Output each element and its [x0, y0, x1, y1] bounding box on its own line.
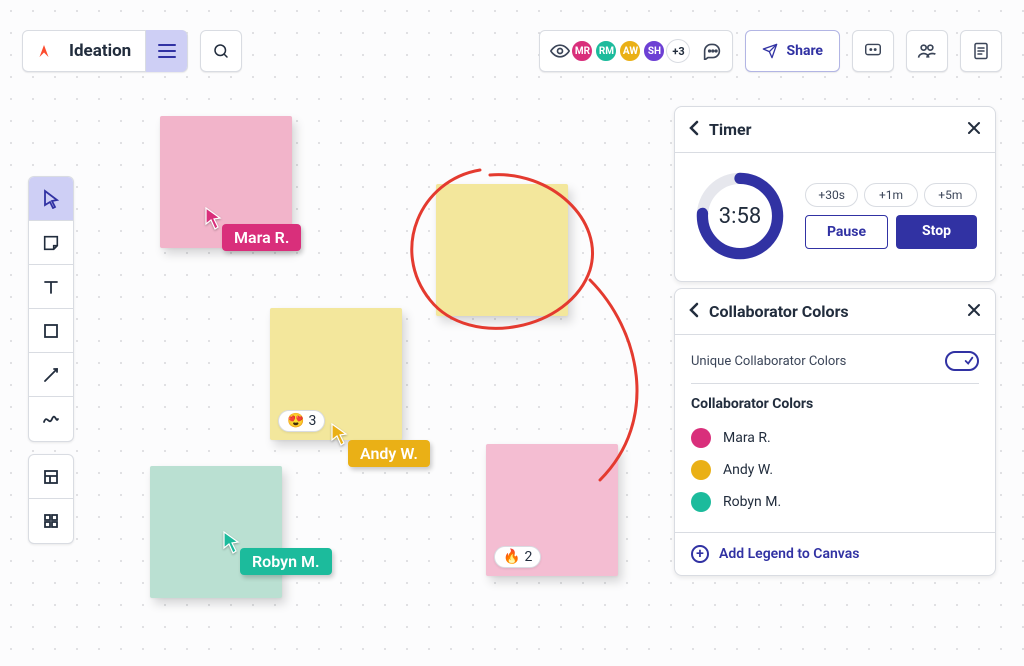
collab-colors-heading: Collaborator Colors — [691, 384, 979, 422]
avatar-overflow[interactable]: +3 — [666, 39, 690, 63]
tool-palette — [28, 176, 74, 544]
grid-tool[interactable] — [29, 499, 73, 543]
timer-value: 3:58 — [719, 204, 761, 229]
color-swatch — [691, 460, 711, 480]
fire-icon: 🔥 — [503, 549, 520, 565]
heart-eyes-icon: 😍 — [287, 413, 304, 429]
people-button[interactable] — [906, 30, 948, 72]
remote-cursor: Robyn M. — [222, 530, 332, 575]
document-title[interactable]: Ideation — [65, 41, 145, 61]
collaborator-row: Andy W. — [691, 454, 979, 486]
select-tool[interactable] — [29, 177, 73, 221]
cursor-name: Robyn M. — [240, 548, 332, 575]
collaborator-name: Mara R. — [723, 430, 771, 446]
back-button[interactable] — [689, 120, 699, 140]
remote-cursor: Andy W. — [330, 422, 430, 467]
color-swatch — [691, 492, 711, 512]
pause-button[interactable]: Pause — [805, 215, 888, 249]
sticky-note[interactable] — [436, 184, 568, 316]
share-label: Share — [786, 43, 823, 59]
comments-icon[interactable] — [702, 42, 722, 60]
unique-colors-label: Unique Collaborator Colors — [691, 354, 846, 369]
collaborator-row: Robyn M. — [691, 486, 979, 518]
shape-tool[interactable] — [29, 309, 73, 353]
panel-title: Collaborator Colors — [709, 302, 849, 321]
add-time-button[interactable]: +1m — [864, 183, 917, 207]
avatar[interactable]: RM — [594, 39, 618, 63]
add-legend-button[interactable]: + Add Legend to Canvas — [675, 532, 995, 575]
back-button[interactable] — [689, 302, 699, 322]
line-tool[interactable] — [29, 353, 73, 397]
app-logo-icon — [23, 42, 65, 60]
remote-cursor: Mara R. — [204, 206, 301, 251]
avatar[interactable]: SH — [642, 39, 666, 63]
add-time-button[interactable]: +30s — [805, 183, 858, 207]
layout-tool[interactable] — [29, 455, 73, 499]
collaborator-name: Andy W. — [723, 462, 773, 478]
chat-button[interactable] — [852, 30, 894, 72]
cursor-name: Andy W. — [348, 440, 430, 467]
reaction-badge[interactable]: 🔥 2 — [494, 546, 541, 568]
presence-bar: MR RM AW SH +3 — [539, 30, 733, 72]
timer-clock: 3:58 — [693, 169, 787, 263]
add-time-button[interactable]: +5m — [924, 183, 977, 207]
search-button[interactable] — [200, 30, 242, 72]
reaction-badge[interactable]: 😍 3 — [278, 410, 325, 432]
close-button[interactable] — [967, 301, 981, 322]
menu-button[interactable] — [145, 30, 187, 72]
collaborator-colors-panel: Collaborator Colors Unique Collaborator … — [674, 288, 996, 576]
text-tool[interactable] — [29, 265, 73, 309]
plus-icon: + — [691, 545, 709, 563]
close-button[interactable] — [967, 119, 981, 140]
collaborator-row: Mara R. — [691, 422, 979, 454]
share-button[interactable]: Share — [745, 30, 840, 72]
timer-panel: Timer 3:58 +30s +1m +5m Pause Stop — [674, 106, 996, 282]
freehand-tool[interactable] — [29, 397, 73, 441]
sticky-note-tool[interactable] — [29, 221, 73, 265]
avatar[interactable]: MR — [570, 39, 594, 63]
cursor-name: Mara R. — [222, 224, 301, 251]
visibility-icon[interactable] — [550, 44, 570, 58]
notes-button[interactable] — [960, 30, 1002, 72]
document-header: Ideation — [22, 30, 188, 72]
unique-colors-toggle[interactable] — [945, 351, 979, 371]
avatar[interactable]: AW — [618, 39, 642, 63]
stop-button[interactable]: Stop — [896, 215, 977, 249]
reaction-count: 3 — [308, 413, 316, 429]
panel-title: Timer — [709, 120, 752, 139]
collaborator-name: Robyn M. — [723, 494, 781, 510]
reaction-count: 2 — [524, 549, 532, 565]
color-swatch — [691, 428, 711, 448]
add-legend-label: Add Legend to Canvas — [719, 546, 859, 562]
